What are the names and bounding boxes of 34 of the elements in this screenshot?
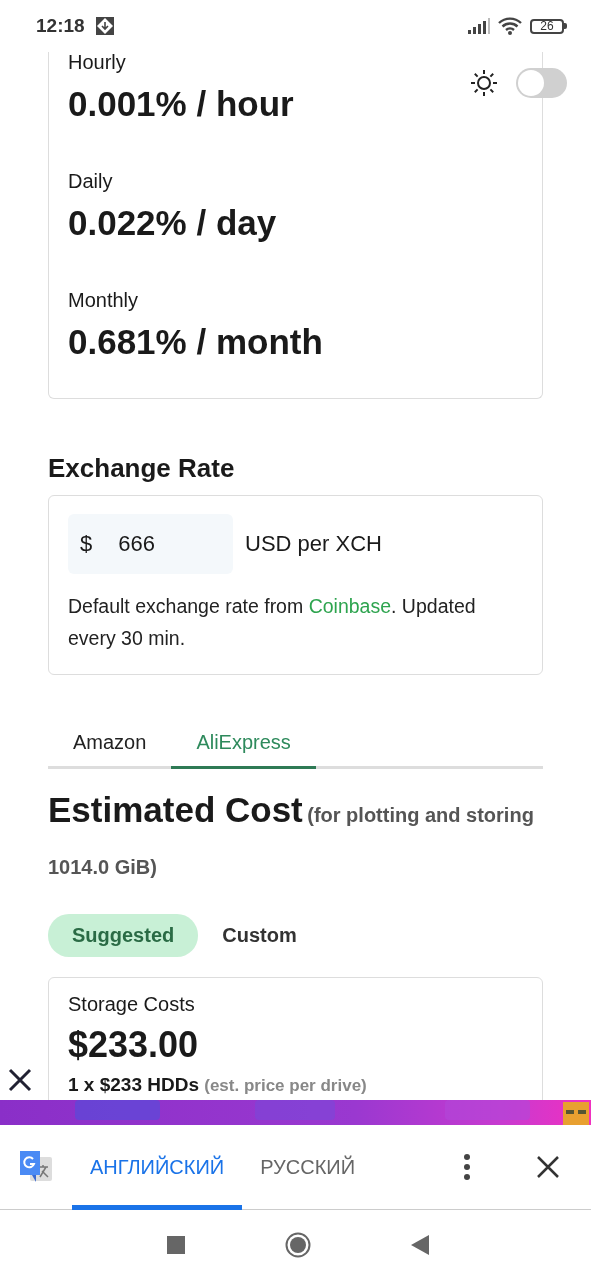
store-tab[interactable]: Amazon — [48, 723, 172, 769]
signal-icon — [468, 18, 490, 34]
notification-icon — [94, 16, 115, 36]
home-icon[interactable] — [284, 1232, 311, 1258]
section-heading: Exchange Rate — [48, 453, 236, 483]
store-tab[interactable]: AliExpress — [171, 723, 316, 769]
rate-value: 0.022% / day — [68, 203, 278, 243]
battery-indicator: 26 — [530, 18, 564, 34]
close-icon[interactable] — [537, 1156, 559, 1178]
rate-label: Hourly — [68, 52, 127, 72]
sun-icon — [470, 69, 498, 97]
exchange-rate-note: Default exchange rate from Coinbase. Updated every 30 min. — [68, 594, 477, 651]
rate-label: Daily — [68, 171, 114, 191]
rate-value: 0.001% / hour — [68, 84, 295, 124]
language-tab[interactable]: РУССКИЙ — [242, 1125, 374, 1210]
exchange-rate-field[interactable]: $ 666 — [68, 514, 233, 574]
cost-detail: 1 x $233 HDDs (est. price per drive) — [68, 1074, 368, 1096]
section-title: Estimated Cost(for plotting and storing 1014.0 GiB) — [48, 789, 535, 880]
coinbase-link[interactable]: Coinbase — [308, 595, 392, 617]
unit-label: USD per XCH — [245, 531, 382, 557]
back-icon[interactable] — [410, 1235, 429, 1255]
rate-value: 0.681% / month — [68, 322, 324, 362]
theme-toggle[interactable] — [516, 68, 567, 98]
rate-label: Monthly — [68, 290, 140, 310]
more-icon[interactable] — [463, 1154, 471, 1180]
language-tab[interactable]: АНГЛИЙСКИЙ — [72, 1125, 243, 1210]
mode-option[interactable]: Suggested — [48, 914, 199, 957]
mode-option[interactable]: Custom — [198, 914, 321, 957]
cost-value: $233.00 — [68, 1024, 200, 1066]
recents-icon[interactable] — [166, 1236, 185, 1254]
close-icon[interactable] — [8, 1068, 32, 1092]
wifi-icon — [498, 17, 522, 35]
cost-label: Storage Costs — [68, 993, 196, 1016]
clock: 12:18 — [36, 15, 85, 37]
